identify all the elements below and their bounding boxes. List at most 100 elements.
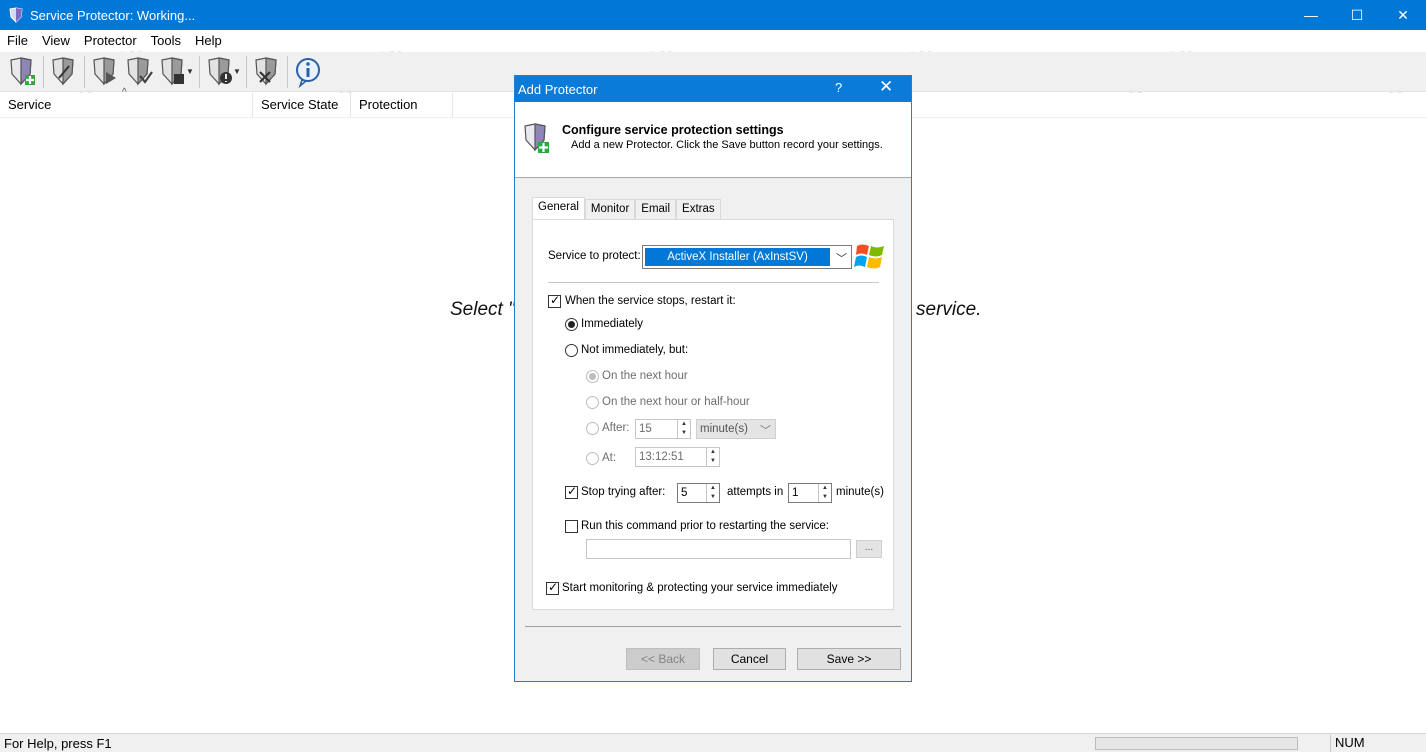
- status-bar: For Help, press F1 NUM: [0, 733, 1426, 752]
- after-minutes-value: 15: [639, 423, 652, 435]
- next-half-hour-radio[interactable]: [586, 396, 599, 409]
- stepper-arrows-icon[interactable]: ▲ ▼: [677, 420, 690, 438]
- add-protector-icon: [10, 56, 35, 86]
- restart-label: When the service stops, restart it:: [565, 295, 736, 307]
- menu-file[interactable]: File: [0, 33, 35, 48]
- service-select-value: ActiveX Installer (AxInstSV): [645, 248, 830, 266]
- immediately-label: Immediately: [581, 318, 643, 330]
- attempts-stepper[interactable]: 5 ▲ ▼: [677, 483, 720, 503]
- next-hour-label: On the next hour: [602, 370, 688, 382]
- stepper-arrows-icon[interactable]: ▲ ▼: [706, 448, 719, 466]
- dialog-title: Add Protector: [518, 81, 598, 97]
- menu-protector[interactable]: Protector: [77, 33, 144, 48]
- back-button[interactable]: << Back: [626, 648, 700, 670]
- minimize-button[interactable]: —: [1288, 0, 1334, 30]
- windows-logo-icon: [854, 244, 884, 269]
- empty-list-hint-start: Select ": [450, 299, 515, 320]
- toolbar-separator: [84, 55, 85, 88]
- menu-bar: File View Protector Tools Help: [0, 30, 1426, 51]
- status-help-text: For Help, press F1: [4, 736, 112, 751]
- at-radio[interactable]: [586, 452, 599, 465]
- menu-tools[interactable]: Tools: [144, 33, 188, 48]
- chevron-down-icon: ﹀: [760, 425, 771, 437]
- immediately-radio[interactable]: [565, 318, 578, 331]
- stepper-arrows-icon[interactable]: ▲ ▼: [706, 484, 719, 502]
- dialog-footer-separator: [525, 626, 901, 627]
- close-button[interactable]: ✕: [1380, 0, 1426, 30]
- restart-protecting-button[interactable]: [122, 54, 156, 90]
- minutes-value: 1: [792, 487, 799, 499]
- column-protection[interactable]: Protection: [351, 93, 453, 117]
- chevron-down-icon[interactable]: ▼: [186, 67, 194, 76]
- maximize-button[interactable]: ☐: [1334, 0, 1380, 30]
- start-protecting-button[interactable]: [88, 54, 122, 90]
- service-select[interactable]: ActiveX Installer (AxInstSV) ﹀: [642, 245, 852, 269]
- next-hour-radio[interactable]: [586, 370, 599, 383]
- save-button[interactable]: Save >>: [797, 648, 901, 670]
- delete-protector-button[interactable]: [250, 54, 284, 90]
- alerts-icon: [208, 56, 232, 86]
- stop-trying-checkbox[interactable]: ✓: [565, 484, 578, 499]
- command-input[interactable]: [586, 539, 851, 559]
- add-protector-dialog: Add Protector ? ✕ Configure service prot…: [514, 75, 912, 682]
- attempts-value: 5: [681, 487, 688, 499]
- stop-protecting-icon: [161, 56, 184, 86]
- toolbar-separator: [43, 55, 44, 88]
- edit-protector-button[interactable]: [47, 54, 81, 90]
- after-radio[interactable]: [586, 422, 599, 435]
- service-to-protect-label: Service to protect:: [548, 250, 641, 262]
- start-monitoring-label: Start monitoring & protecting your servi…: [562, 582, 838, 594]
- toolbar-separator: [246, 55, 247, 88]
- at-label: At:: [602, 452, 617, 464]
- after-units-select[interactable]: minute(s) ﹀: [696, 419, 776, 439]
- run-command-label: Run this command prior to restarting the…: [581, 520, 829, 532]
- alerts-button[interactable]: [203, 54, 237, 90]
- dialog-header-title: Configure service protection settings: [562, 123, 784, 137]
- toolbar-separator: [199, 55, 200, 88]
- general-tab-panel: Service to protect: ActiveX Installer (A…: [532, 219, 894, 610]
- num-lock-indicator: NUM: [1330, 735, 1392, 752]
- stop-trying-label: Stop trying after:: [581, 486, 666, 498]
- dialog-close-button[interactable]: ✕: [879, 77, 893, 97]
- column-service-state[interactable]: Service State: [253, 93, 351, 117]
- shield-app-icon: [9, 7, 23, 23]
- tab-extras[interactable]: Extras: [676, 199, 721, 219]
- after-minutes-stepper[interactable]: 15 ▲ ▼: [635, 419, 691, 439]
- after-units-value: minute(s): [700, 423, 748, 435]
- stepper-arrows-icon[interactable]: ▲ ▼: [818, 484, 831, 502]
- dialog-help-button[interactable]: ?: [835, 80, 842, 95]
- chevron-down-icon[interactable]: ▼: [233, 67, 241, 76]
- status-progress-bar: [1095, 737, 1298, 750]
- next-half-hour-label: On the next hour or half-hour: [602, 396, 750, 408]
- info-icon: [296, 57, 320, 88]
- run-command-checkbox[interactable]: [565, 520, 578, 533]
- at-time-picker[interactable]: 13:12:51 ▲ ▼: [635, 447, 720, 467]
- column-service[interactable]: Service: [0, 93, 253, 117]
- dialog-tabs: General Monitor Email Extras: [532, 197, 721, 220]
- menu-view[interactable]: View: [35, 33, 77, 48]
- tab-email[interactable]: Email: [635, 199, 677, 219]
- minutes-stepper[interactable]: 1 ▲ ▼: [788, 483, 832, 503]
- browse-button[interactable]: ...: [856, 540, 882, 558]
- cancel-button[interactable]: Cancel: [713, 648, 786, 670]
- not-immediately-label: Not immediately, but:: [581, 344, 689, 356]
- restart-checkbox[interactable]: ✓: [548, 293, 561, 308]
- stop-protecting-button[interactable]: [156, 54, 190, 90]
- empty-list-hint-end: service.: [916, 299, 982, 320]
- window-title: Service Protector: Working...: [30, 7, 196, 23]
- tab-monitor[interactable]: Monitor: [584, 199, 636, 219]
- tab-general[interactable]: General: [532, 197, 585, 220]
- not-immediately-radio[interactable]: [565, 344, 578, 357]
- menu-help[interactable]: Help: [188, 33, 229, 48]
- edit-protector-icon: [52, 56, 74, 86]
- at-time-value: 13:12:51: [639, 451, 684, 463]
- add-protector-icon: [524, 123, 549, 153]
- add-protector-button[interactable]: [6, 54, 40, 90]
- title-bar: Service Protector: Working... — ☐ ✕: [0, 0, 1426, 30]
- chevron-down-icon: ﹀: [836, 253, 847, 265]
- dialog-header: Configure service protection settings Ad…: [515, 102, 911, 178]
- start-protecting-icon: [93, 56, 116, 86]
- about-button[interactable]: [291, 54, 325, 90]
- start-monitoring-checkbox[interactable]: ✓: [546, 580, 559, 595]
- restart-protecting-icon: [127, 56, 153, 86]
